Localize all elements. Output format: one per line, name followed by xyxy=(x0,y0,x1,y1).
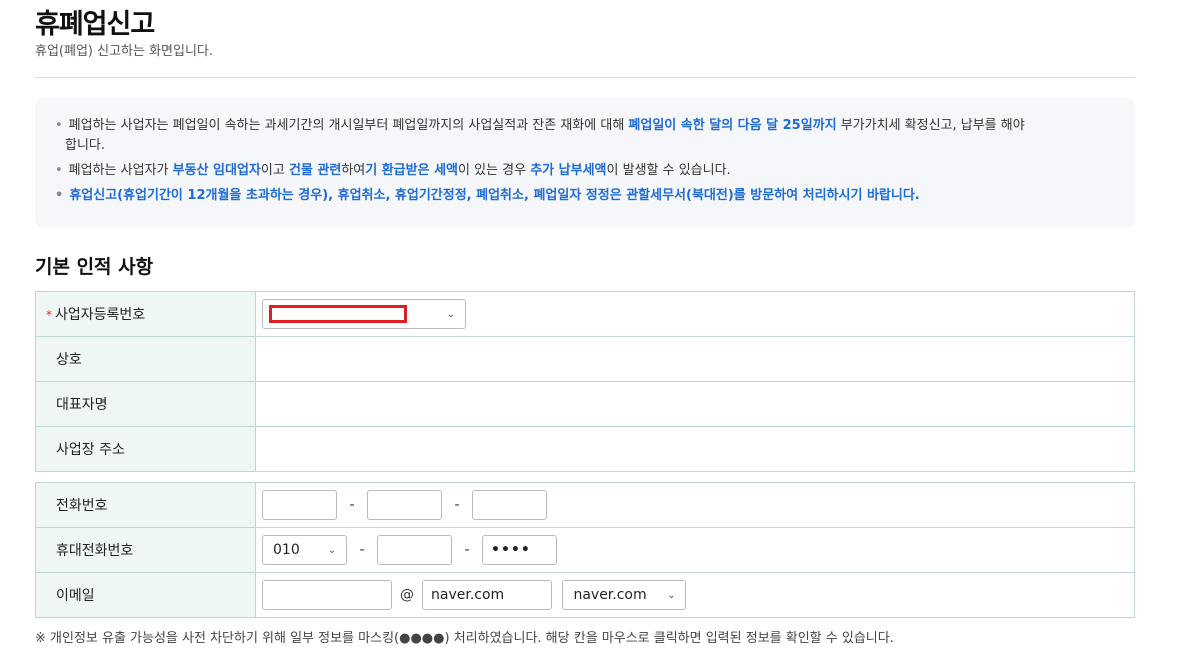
address-value xyxy=(255,426,1135,472)
phone-part3-input[interactable] xyxy=(472,490,547,520)
notice-text: 폐업하는 사업자는 폐업일이 속하는 과세기간의 개시일부터 폐업일까지의 사업… xyxy=(68,118,629,133)
mobile-last-input[interactable]: •••• xyxy=(482,535,557,565)
row-label: 전화번호 xyxy=(35,482,256,528)
chevron-down-icon: ⌄ xyxy=(667,589,676,601)
table-row: 사업장 주소 xyxy=(35,426,1135,472)
label-text: 사업자등록번호 xyxy=(55,307,146,323)
bullet: • xyxy=(55,118,63,133)
business-number-select[interactable]: ⌄ xyxy=(262,299,466,329)
page-title: 휴폐업신고 xyxy=(35,9,155,40)
dash: - xyxy=(359,542,365,558)
dash: - xyxy=(464,542,470,558)
masked-value xyxy=(269,305,407,323)
row-label: 휴대전화번호 xyxy=(35,527,256,573)
row-value: ⌄ xyxy=(255,291,1135,337)
chevron-down-icon: ⌄ xyxy=(327,544,336,556)
row-value: 010 ⌄ - - •••• xyxy=(255,527,1135,573)
notice-highlight: 건물 관련 xyxy=(288,163,342,178)
representative-value xyxy=(255,381,1135,427)
notice-highlight: 부동산 임대업자 xyxy=(172,163,261,178)
bullet: • xyxy=(55,163,63,178)
row-value: -- xyxy=(255,482,1135,528)
row-label: 상호 xyxy=(35,336,256,382)
table-row: 전화번호 -- xyxy=(35,482,1135,528)
phone-part1-input[interactable] xyxy=(262,490,337,520)
basic-info-table: * 사업자등록번호 ⌄ 상호 대표자명 사업장 주소 xyxy=(35,291,1135,472)
notice-text: 이고 xyxy=(260,163,289,178)
select-value: 010 xyxy=(273,542,300,558)
mobile-prefix-select[interactable]: 010 ⌄ xyxy=(262,535,347,565)
contact-table: 전화번호 -- 휴대전화번호 010 ⌄ - - •••• 이메일 @ naver.c… xyxy=(35,482,1135,618)
row-label: 이메일 xyxy=(35,572,256,618)
section-title: 기본 인적 사항 xyxy=(35,256,154,278)
table-row: 상호 xyxy=(35,336,1135,382)
row-label: * 사업자등록번호 xyxy=(35,291,256,337)
row-label: 대표자명 xyxy=(35,381,256,427)
trade-name-value xyxy=(255,336,1135,382)
bullet: • xyxy=(55,188,64,203)
chevron-down-icon: ⌄ xyxy=(446,308,455,320)
notice-text: 이 발생할 수 있습니다. xyxy=(606,163,731,178)
footnote: ※ 개인정보 유출 가능성을 사전 차단하기 위해 일부 정보를 마스킹(●●●… xyxy=(35,631,894,646)
row-label: 사업장 주소 xyxy=(35,426,256,472)
notice-text: 폐업하는 사업자가 xyxy=(68,163,173,178)
table-row: * 사업자등록번호 ⌄ xyxy=(35,291,1135,337)
notice-text: 휴업신고(휴업기간이 12개월을 초과하는 경우), 휴업취소, 휴업기간정정,… xyxy=(69,188,920,203)
phone-part2-input[interactable] xyxy=(367,490,442,520)
notice-highlight: 폐업일이 속한 달의 다음 달 25일까지 xyxy=(628,118,837,133)
notice-highlight: 추가 납부세액 xyxy=(530,163,607,178)
notice-box: • 폐업하는 사업자는 폐업일이 속하는 과세기간의 개시일부터 폐업일까지의 사… xyxy=(35,98,1135,228)
at-sign: @ xyxy=(400,587,414,603)
table-row: 대표자명 xyxy=(35,381,1135,427)
notice-item: • 폐업하는 사업자가 부동산 임대업자이고 건물 관련하여기 환급받은 세액이 … xyxy=(55,161,731,181)
notice-continuation: 합니다. xyxy=(65,138,106,153)
table-row: 이메일 @ naver.com naver.com ⌄ xyxy=(35,572,1135,618)
mobile-middle-input[interactable] xyxy=(377,535,452,565)
required-mark: * xyxy=(46,308,52,322)
notice-item: • 휴업신고(휴업기간이 12개월을 초과하는 경우), 휴업취소, 휴업기간정정… xyxy=(55,186,920,206)
title-divider xyxy=(35,77,1135,78)
email-id-input[interactable] xyxy=(262,580,392,610)
email-domain-input[interactable]: naver.com xyxy=(422,580,552,610)
dash: - xyxy=(454,497,460,513)
page-subtitle: 휴업(폐업) 신고하는 화면입니다. xyxy=(35,44,214,59)
dash: - xyxy=(349,497,355,513)
notice-text: 이 있는 경우 xyxy=(458,163,531,178)
table-row: 휴대전화번호 010 ⌄ - - •••• xyxy=(35,527,1135,573)
notice-item: • 폐업하는 사업자는 폐업일이 속하는 과세기간의 개시일부터 폐업일까지의 사… xyxy=(55,116,1025,136)
notice-text: 하여 xyxy=(341,163,366,178)
row-value: @ naver.com naver.com ⌄ xyxy=(255,572,1135,618)
notice-highlight: 기 환급받은 세액 xyxy=(365,163,459,178)
select-value: naver.com xyxy=(573,587,647,603)
email-domain-select[interactable]: naver.com ⌄ xyxy=(562,580,687,610)
notice-text: 부가가치세 확정신고, 납부를 해야 xyxy=(836,118,1025,133)
